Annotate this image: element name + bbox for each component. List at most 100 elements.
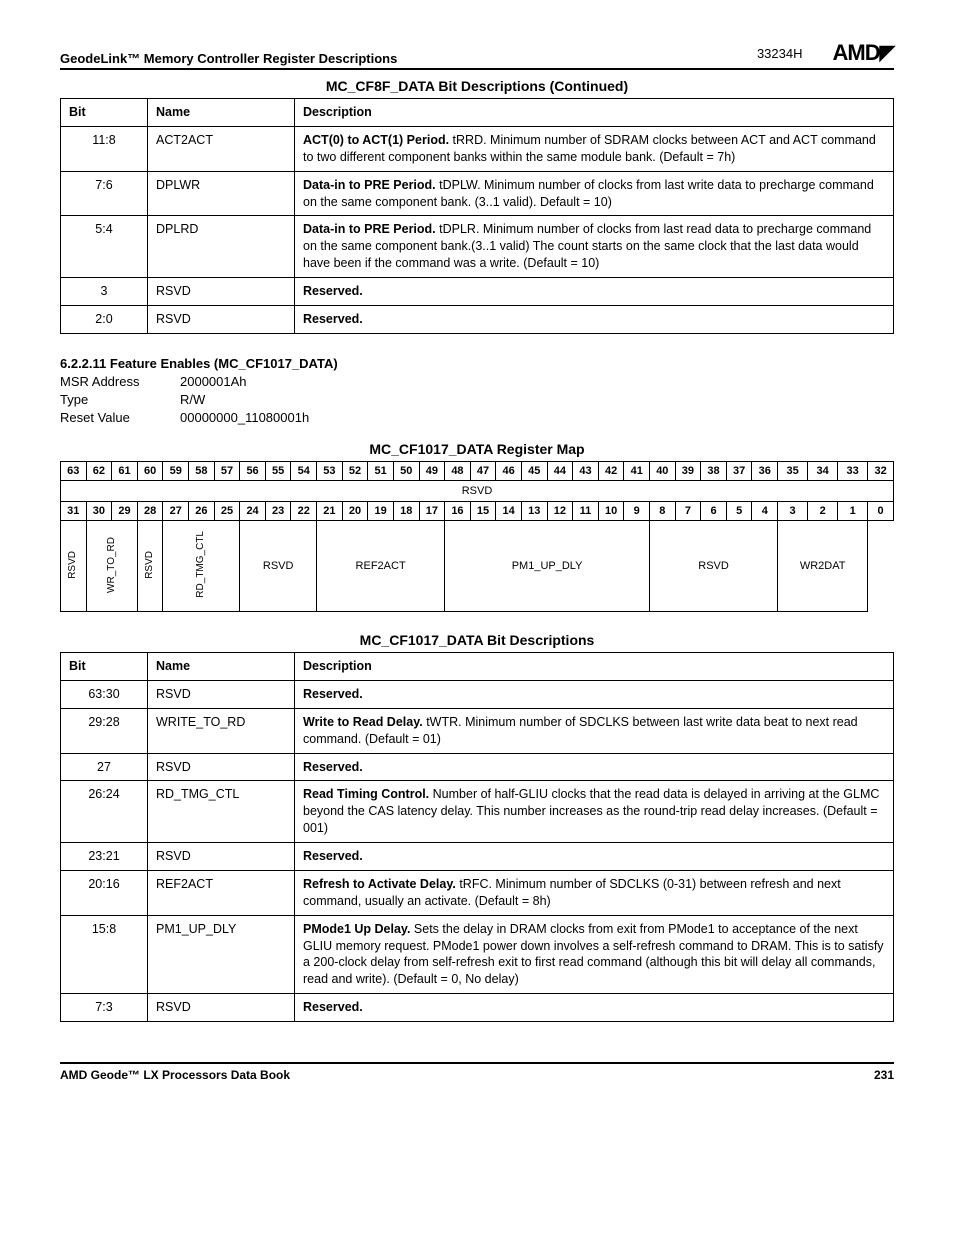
bit-number-cell: 6 — [701, 502, 727, 521]
regmap-field-pm1-up-dly: PM1_UP_DLY — [445, 521, 650, 612]
cell-desc: Reserved. — [295, 680, 894, 708]
bit-number-cell: 41 — [624, 462, 650, 481]
regmap-field-rsvd31: RSVD — [61, 521, 87, 612]
cell-name: PM1_UP_DLY — [148, 915, 295, 994]
table2-title: MC_CF1017_DATA Bit Descriptions — [60, 632, 894, 648]
cell-desc: Reserved. — [295, 278, 894, 306]
bit-number-cell: 23 — [265, 502, 291, 521]
table-row: 26:24RD_TMG_CTLRead Timing Control. Numb… — [61, 781, 894, 843]
bit-number-cell: 25 — [214, 502, 240, 521]
regmap-field-rsvd73: RSVD — [650, 521, 778, 612]
bit-number-cell: 21 — [317, 502, 343, 521]
bit-number-cell: 58 — [189, 462, 215, 481]
bit-number-cell: 4 — [752, 502, 778, 521]
cell-desc: Reserved. — [295, 753, 894, 781]
meta-msr-val: 2000001Ah — [180, 373, 247, 391]
regmap-title: MC_CF1017_DATA Register Map — [60, 441, 894, 457]
cell-desc: Reserved. — [295, 994, 894, 1022]
bit-number-cell: 54 — [291, 462, 317, 481]
bit-number-cell: 40 — [650, 462, 676, 481]
register-map-table: 6362616059585756555453525150494847464544… — [60, 461, 894, 612]
bit-number-cell: 39 — [675, 462, 701, 481]
bit-number-cell: 7 — [675, 502, 701, 521]
bit-number-cell: 37 — [726, 462, 752, 481]
meta-msr-key: MSR Address — [60, 373, 180, 391]
regmap-field-wr2dat: WR2DAT — [778, 521, 868, 612]
bit-number-cell: 11 — [573, 502, 599, 521]
bit-number-cell: 52 — [342, 462, 368, 481]
table-row: 63:30RSVDReserved. — [61, 680, 894, 708]
table-row: 23:21RSVDReserved. — [61, 843, 894, 871]
cell-bit: 27 — [61, 753, 148, 781]
cell-bit: 20:16 — [61, 870, 148, 915]
bit-number-cell: 0 — [868, 502, 894, 521]
bit-number-cell: 62 — [86, 462, 112, 481]
bit-number-cell: 45 — [521, 462, 547, 481]
bit-number-cell: 51 — [368, 462, 394, 481]
cell-name: RSVD — [148, 843, 295, 871]
bit-number-cell: 31 — [61, 502, 87, 521]
cell-bit: 15:8 — [61, 915, 148, 994]
bit-number-cell: 44 — [547, 462, 573, 481]
cell-name: ACT2ACT — [148, 126, 295, 171]
bit-number-cell: 13 — [521, 502, 547, 521]
cell-desc: Data-in to PRE Period. tDPLR. Minimum nu… — [295, 216, 894, 278]
bit-number-cell: 32 — [868, 462, 894, 481]
bit-number-cell: 36 — [752, 462, 778, 481]
cell-desc: ACT(0) to ACT(1) Period. tRRD. Minimum n… — [295, 126, 894, 171]
bit-number-cell: 14 — [496, 502, 522, 521]
cell-name: RSVD — [148, 753, 295, 781]
bit-number-cell: 29 — [112, 502, 138, 521]
cell-name: RSVD — [148, 305, 295, 333]
table-row: 11:8ACT2ACTACT(0) to ACT(1) Period. tRRD… — [61, 126, 894, 171]
cell-desc: Refresh to Activate Delay. tRFC. Minimum… — [295, 870, 894, 915]
cell-name: RSVD — [148, 994, 295, 1022]
bit-number-cell: 8 — [650, 502, 676, 521]
cell-bit: 23:21 — [61, 843, 148, 871]
cell-name: DPLWR — [148, 171, 295, 216]
bit-description-table-1: Bit Name Description 11:8ACT2ACTACT(0) t… — [60, 98, 894, 334]
bit-number-cell: 27 — [163, 502, 189, 521]
bit-number-cell: 26 — [189, 502, 215, 521]
amd-logo: AMD◤ — [833, 40, 895, 66]
table-row: 2:0RSVDReserved. — [61, 305, 894, 333]
cell-name: DPLRD — [148, 216, 295, 278]
table1-title: MC_CF8F_DATA Bit Descriptions (Continued… — [60, 78, 894, 94]
th-desc2: Description — [295, 653, 894, 681]
bit-number-cell: 49 — [419, 462, 445, 481]
bit-number-cell: 60 — [137, 462, 163, 481]
table-row: 3RSVDReserved. — [61, 278, 894, 306]
regmap-field-rd-tmg-ctl: RD_TMG_CTL — [163, 521, 240, 612]
bit-number-cell: 57 — [214, 462, 240, 481]
regmap-field-rsvd2321: RSVD — [240, 521, 317, 612]
meta-reset-key: Reset Value — [60, 409, 180, 427]
th-name: Name — [148, 99, 295, 127]
bit-number-cell: 33 — [838, 462, 868, 481]
th-bit2: Bit — [61, 653, 148, 681]
table-row: 15:8PM1_UP_DLYPMode1 Up Delay. Sets the … — [61, 915, 894, 994]
regmap-field-ref2act: REF2ACT — [317, 521, 445, 612]
bit-number-cell: 53 — [317, 462, 343, 481]
bit-number-cell: 5 — [726, 502, 752, 521]
bit-number-cell: 50 — [393, 462, 419, 481]
cell-bit: 7:3 — [61, 994, 148, 1022]
section-heading: 6.2.2.11 Feature Enables (MC_CF1017_DATA… — [60, 356, 894, 371]
bit-number-cell: 47 — [470, 462, 496, 481]
bit-number-cell: 12 — [547, 502, 573, 521]
header-title: GeodeLink™ Memory Controller Register De… — [60, 51, 397, 66]
footer-page-number: 231 — [874, 1068, 894, 1082]
bit-description-table-2: Bit Name Description 63:30RSVDReserved.2… — [60, 652, 894, 1022]
footer-left: AMD Geode™ LX Processors Data Book — [60, 1068, 290, 1082]
bit-number-cell: 22 — [291, 502, 317, 521]
cell-desc: Reserved. — [295, 305, 894, 333]
register-metadata: MSR Address2000001Ah TypeR/W Reset Value… — [60, 373, 894, 428]
cell-bit: 3 — [61, 278, 148, 306]
cell-desc: Reserved. — [295, 843, 894, 871]
regmap-field-rsvd27: RSVD — [137, 521, 163, 612]
doc-number: 33234H — [757, 46, 803, 61]
cell-desc: Data-in to PRE Period. tDPLW. Minimum nu… — [295, 171, 894, 216]
cell-bit: 63:30 — [61, 680, 148, 708]
bit-number-cell: 19 — [368, 502, 394, 521]
table-row: 7:3RSVDReserved. — [61, 994, 894, 1022]
bit-number-cell: 46 — [496, 462, 522, 481]
